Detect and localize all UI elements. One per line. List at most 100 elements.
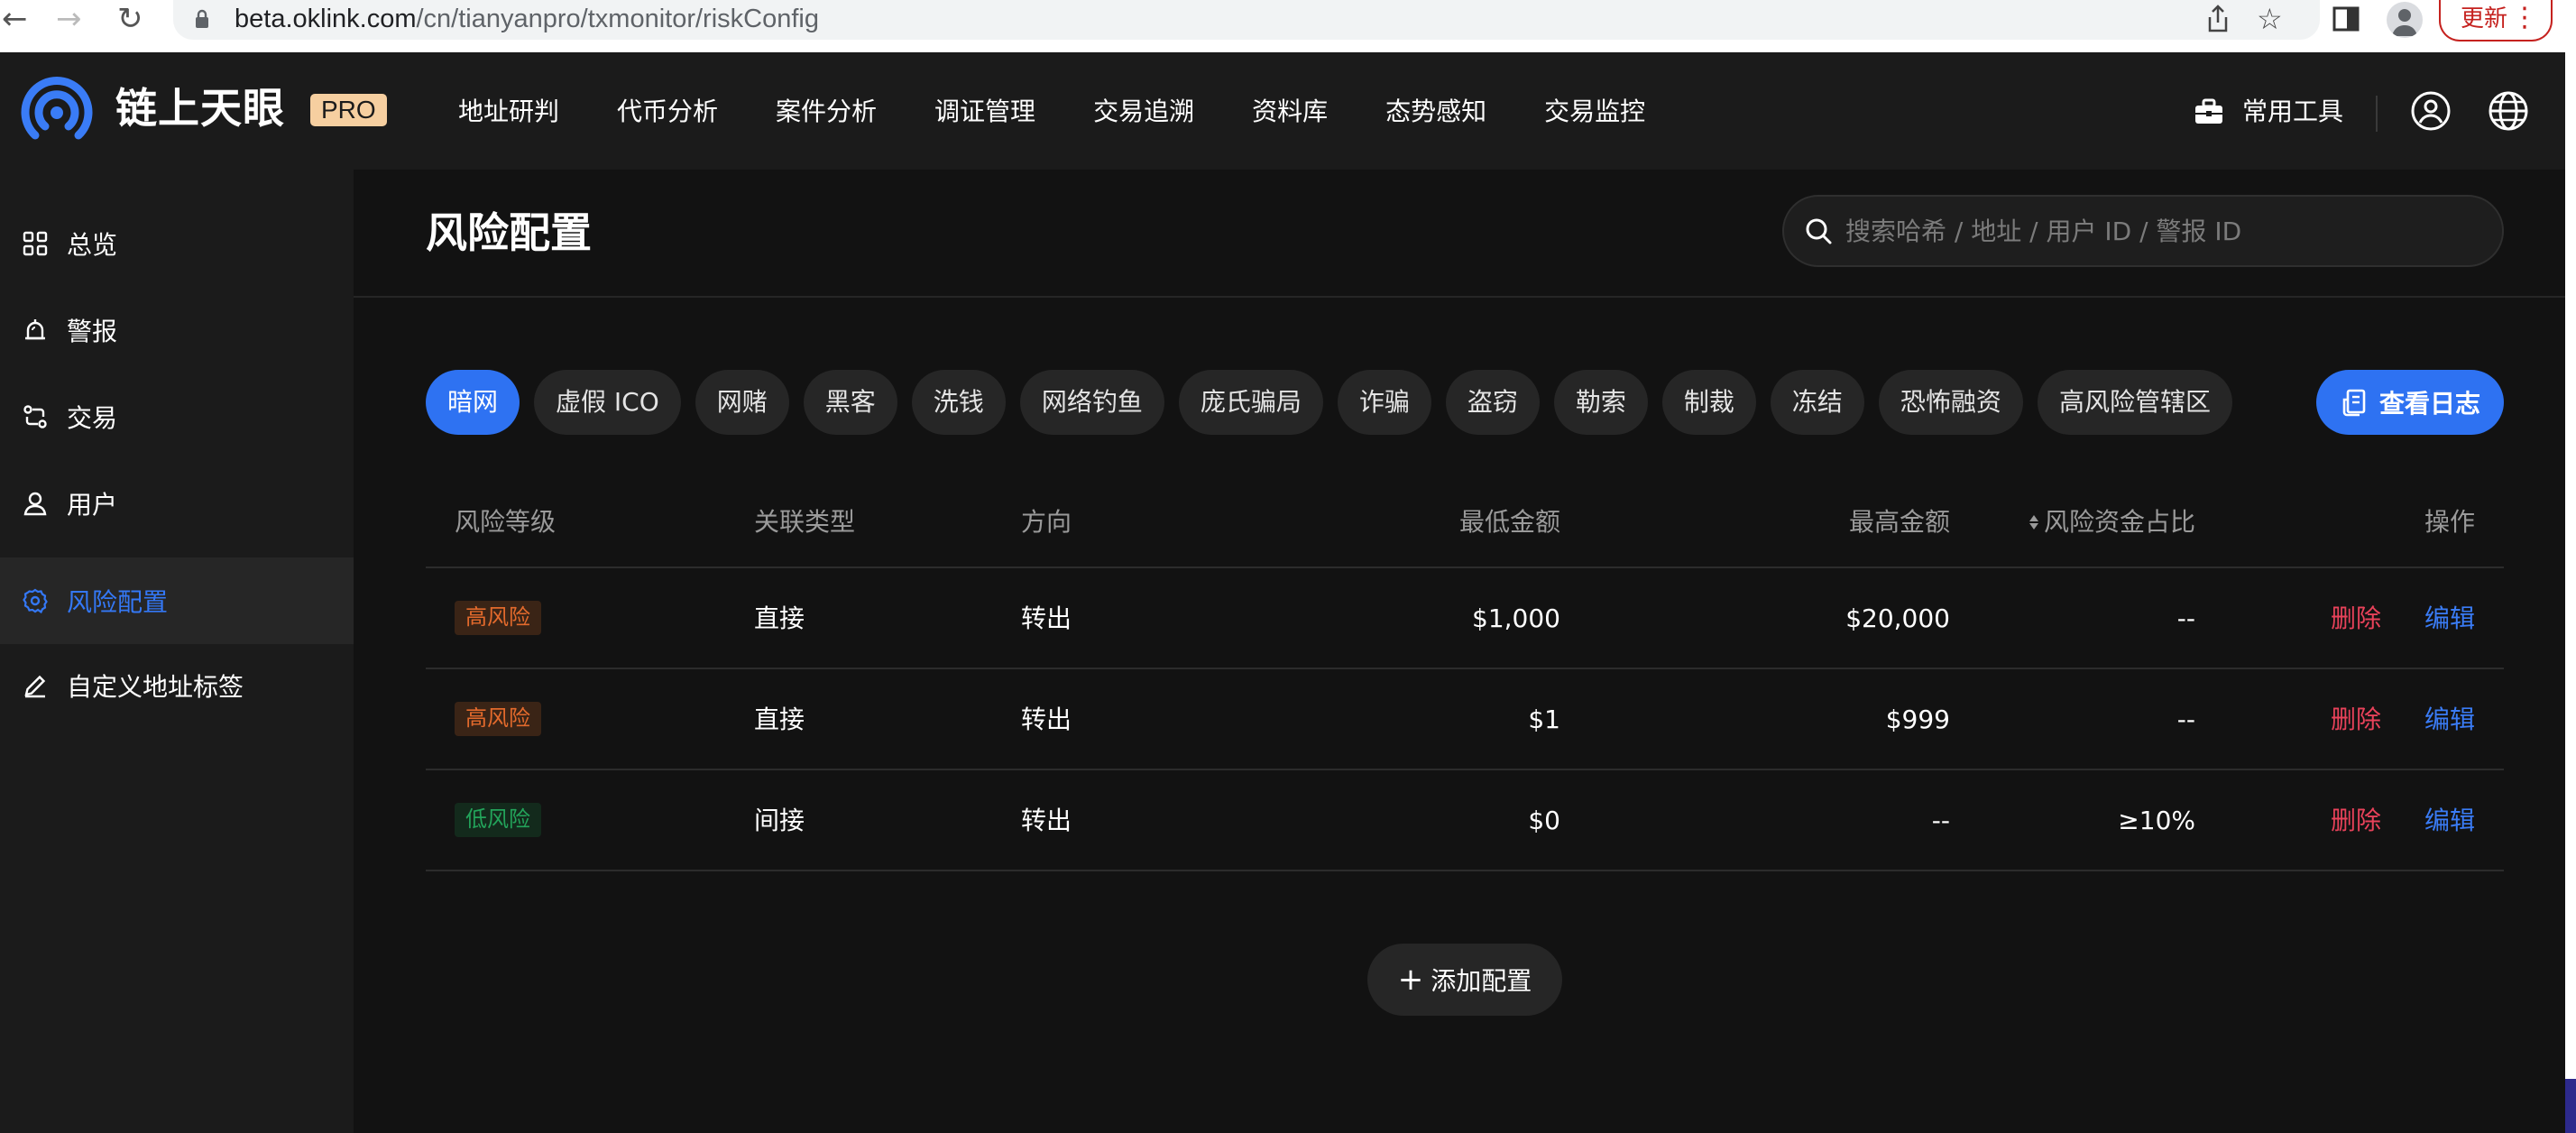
globe-icon[interactable] [2488, 90, 2529, 132]
risk-level-badge: 高风险 [455, 601, 541, 635]
edit-link[interactable]: 编辑 [2424, 669, 2475, 770]
risk-level-badge: 低风险 [455, 803, 541, 837]
plus-icon: + [1397, 962, 1424, 998]
tab-scam[interactable]: 诈骗 [1337, 370, 1431, 435]
sidebar-item-overview[interactable]: 总览 [0, 200, 354, 287]
max-amount-cell: $999 [1885, 705, 1950, 734]
table-row: 高风险 直接 转出 $1 $999 -- 删除 编辑 [426, 669, 2504, 770]
gear-icon [23, 588, 48, 614]
header-relation-type: 关联类型 [754, 507, 856, 537]
header-direction: 方向 [1021, 507, 1072, 537]
tab-ponzi-scheme[interactable]: 庞氏骗局 [1178, 370, 1323, 435]
relation-type-cell: 直接 [754, 705, 805, 734]
tab-terrorist-financing[interactable]: 恐怖融资 [1878, 370, 2023, 435]
nav-item-evidence-management[interactable]: 调证管理 [934, 92, 1035, 132]
sidebar-item-users[interactable]: 用户 [0, 460, 354, 547]
add-config-label: 添加配置 [1431, 966, 1532, 996]
risk-category-tabs: 暗网 虚假 ICO 网赌 黑客 洗钱 网络钓鱼 庞氏骗局 诈骗 盗窃 勒索 制裁… [426, 370, 2247, 435]
forward-arrow-icon[interactable]: → [56, 2, 82, 36]
risk-level-badge: 高风险 [455, 702, 541, 736]
nav-item-situation-awareness[interactable]: 态势感知 [1385, 92, 1486, 132]
add-config-button[interactable]: + 添加配置 [1367, 944, 1562, 1016]
account-icon[interactable] [2410, 90, 2452, 132]
delete-link[interactable]: 删除 [2331, 770, 2381, 871]
table-row: 低风险 间接 转出 $0 -- ≥10% 删除 编辑 [426, 770, 2504, 871]
tab-phishing[interactable]: 网络钓鱼 [1019, 370, 1164, 435]
sidebar-item-transactions[interactable]: 交易 [0, 373, 354, 460]
sidebar-item-label: 警报 [67, 317, 118, 346]
direction-cell: 转出 [1021, 705, 1072, 734]
relation-type-cell: 间接 [754, 806, 805, 835]
nav-item-transaction-tracing[interactable]: 交易追溯 [1093, 92, 1194, 132]
table-row: 高风险 直接 转出 $1,000 $20,000 -- 删除 编辑 [426, 568, 2504, 669]
sidebar: 总览 警报 交易 用户 风险配置 自定义地址标签 [0, 170, 354, 1133]
nav-item-case-analysis[interactable]: 案件分析 [776, 92, 877, 132]
alarm-icon [25, 319, 45, 340]
header-min-amount: 最低金额 [1458, 507, 1560, 537]
tab-fake-ico[interactable]: 虚假 ICO [534, 370, 681, 435]
view-log-label: 查看日志 [2379, 389, 2481, 419]
search-box[interactable] [1782, 195, 2504, 267]
sidebar-item-risk-config[interactable]: 风险配置 [0, 557, 354, 644]
tab-ransomware[interactable]: 勒索 [1553, 370, 1648, 435]
header-actions: 操作 [2424, 507, 2475, 537]
header-risk-ratio-label: 风险资金占比 [2043, 507, 2195, 537]
pencil-icon [24, 675, 46, 698]
logo-eye-icon[interactable] [20, 76, 94, 150]
brand-name[interactable]: 链上天眼 [115, 79, 285, 137]
browser-update-button[interactable]: 更新 ⋮ [2439, 0, 2553, 41]
page-title: 风险配置 [426, 208, 592, 257]
log-document-icon [2342, 389, 2366, 417]
browser-toolbar: ← → ↻ beta.oklink.com/cn/tianyanpro/txmo… [0, 0, 2576, 52]
nav-item-transaction-monitor[interactable]: 交易监控 [1544, 92, 1645, 132]
nav-item-address-analysis[interactable]: 地址研判 [458, 92, 559, 132]
sidebar-item-label: 总览 [67, 230, 118, 260]
tab-money-laundering[interactable]: 洗钱 [911, 370, 1006, 435]
table-header: 风险等级 关联类型 方向 最低金额 最高金额 风险资金占比 操作 [426, 489, 2504, 568]
address-bar[interactable]: beta.oklink.com/cn/tianyanpro/txmonitor/… [173, 0, 2320, 40]
window-edge-accent [2565, 1079, 2576, 1133]
sidebar-item-alerts[interactable]: 警报 [0, 287, 354, 373]
share-icon[interactable] [2204, 4, 2231, 34]
reload-icon[interactable]: ↻ [117, 2, 143, 36]
back-arrow-icon[interactable]: ← [2, 2, 28, 36]
common-tools-label: 常用工具 [2242, 97, 2344, 126]
person-icon [2392, 9, 2417, 36]
search-input[interactable] [1845, 216, 2502, 246]
sidebar-item-custom-address-tags[interactable]: 自定义地址标签 [0, 642, 354, 729]
tab-frozen[interactable]: 冻结 [1770, 370, 1864, 435]
sidebar-item-label: 自定义地址标签 [67, 672, 244, 702]
tab-hacker[interactable]: 黑客 [803, 370, 897, 435]
header-risk-ratio[interactable]: 风险资金占比 [2028, 489, 2195, 556]
content-divider [354, 296, 2565, 298]
common-tools-menu[interactable]: 常用工具 [2194, 92, 2343, 132]
edit-link[interactable]: 编辑 [2424, 770, 2475, 871]
tab-darknet[interactable]: 暗网 [426, 370, 520, 435]
nav-item-library[interactable]: 资料库 [1252, 92, 1328, 132]
tab-sanctions[interactable]: 制裁 [1661, 370, 1756, 435]
url-text: beta.oklink.com/cn/tianyanpro/txmonitor/… [235, 2, 819, 36]
url-host: beta.oklink.com [235, 5, 417, 33]
direction-cell: 转出 [1021, 603, 1072, 633]
sort-icon[interactable] [2028, 512, 2040, 532]
tab-gambling[interactable]: 网赌 [695, 370, 789, 435]
side-panel-icon[interactable] [2332, 5, 2360, 32]
tab-high-risk-jurisdiction[interactable]: 高风险管辖区 [2037, 370, 2232, 435]
delete-link[interactable]: 删除 [2331, 568, 2381, 669]
delete-link[interactable]: 删除 [2331, 669, 2381, 770]
toolbox-icon [2195, 98, 2222, 124]
min-amount-cell: $1,000 [1472, 603, 1560, 633]
url-path: /cn/tianyanpro/txmonitor/riskConfig [416, 5, 819, 33]
nav-item-token-analysis[interactable]: 代币分析 [617, 92, 718, 132]
browser-profile-avatar[interactable] [2387, 2, 2423, 38]
window-edge [2565, 0, 2576, 1133]
min-amount-cell: $1 [1528, 705, 1560, 734]
tab-theft[interactable]: 盗窃 [1445, 370, 1540, 435]
sidebar-item-label: 风险配置 [67, 587, 169, 617]
view-log-button[interactable]: 查看日志 [2316, 370, 2504, 435]
edit-link[interactable]: 编辑 [2424, 568, 2475, 669]
sidebar-item-label: 交易 [67, 403, 118, 433]
main-nav: 地址研判 代币分析 案件分析 调证管理 交易追溯 资料库 态势感知 交易监控 [458, 92, 1703, 132]
bookmark-star-icon[interactable]: ☆ [2257, 2, 2283, 36]
direction-cell: 转出 [1021, 806, 1072, 835]
